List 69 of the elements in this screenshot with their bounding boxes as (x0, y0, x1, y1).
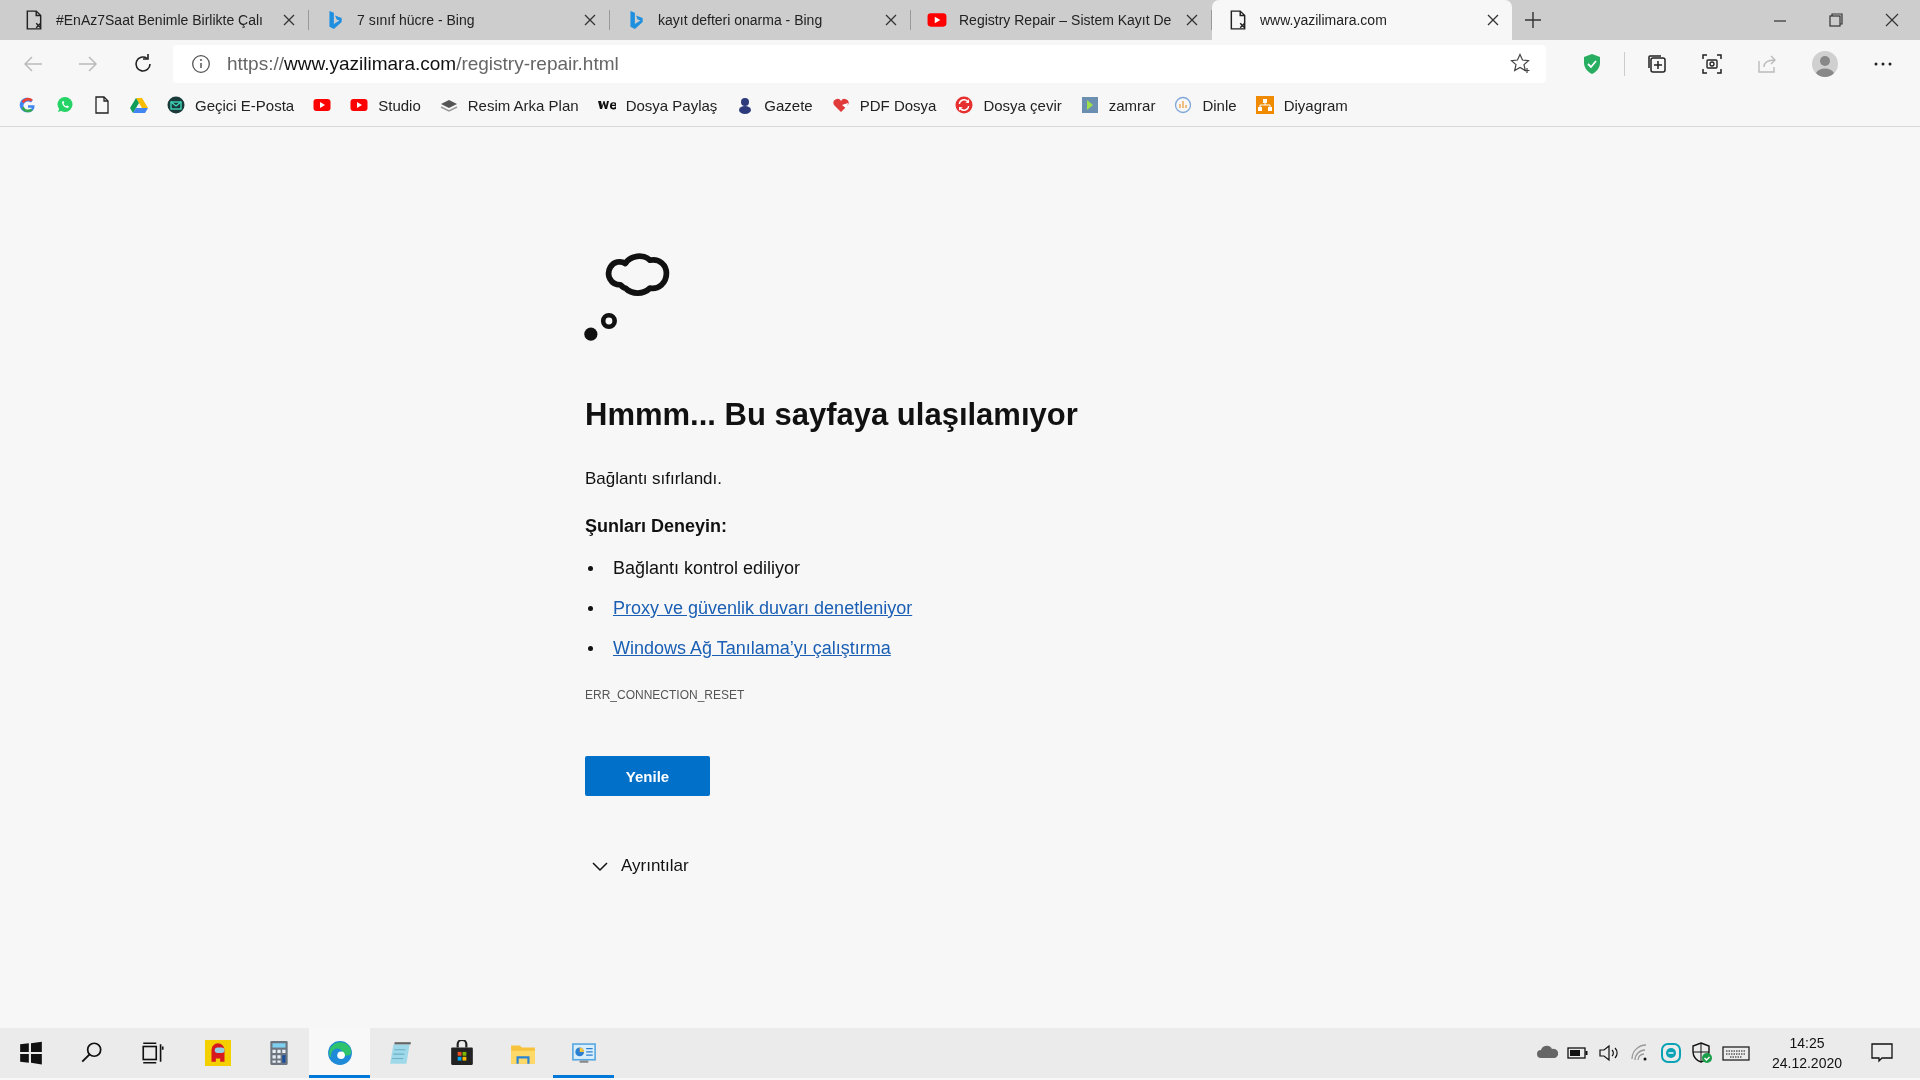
info-icon[interactable] (191, 54, 211, 74)
chevron-icon[interactable] (591, 859, 609, 873)
task-view-icon[interactable] (139, 1040, 166, 1066)
google-icon[interactable] (19, 96, 37, 114)
speaker-icon[interactable] (1597, 1042, 1620, 1064)
close-icon[interactable] (282, 13, 296, 27)
bookmark[interactable]: Studio (350, 96, 421, 114)
suggestion-link[interactable]: Proxy ve güvenlik duvarı denetleniyor (613, 597, 913, 620)
page-error-icon (24, 10, 44, 30)
collections-icon[interactable] (1646, 53, 1668, 75)
url-text: https://www.yazilimara.com/registry-repair.html (227, 53, 619, 75)
new-tab-icon[interactable] (1524, 11, 1542, 29)
clock-time[interactable]: 14:25 (1789, 1033, 1825, 1053)
envelope-icon (167, 96, 185, 114)
bookmark[interactable]: Resim Arka Plan (439, 96, 579, 114)
bookmark[interactable]: PDF Dosya (831, 96, 937, 114)
favorite-star-icon[interactable] (1510, 53, 1532, 75)
triangle-drive-icon[interactable] (130, 96, 148, 114)
close-icon[interactable] (1185, 13, 1199, 27)
windows-logo-icon[interactable] (17, 1040, 44, 1066)
heart-icon (831, 96, 850, 114)
browser-swirl-icon[interactable] (326, 1040, 353, 1066)
audio-bars-icon (1174, 96, 1193, 114)
youtube-icon[interactable] (313, 96, 332, 114)
browser-tab[interactable]: kayıt defteri onarma - Bing (610, 2, 910, 38)
bookmark[interactable]: Geçici E-Posta (167, 96, 295, 114)
bookmark[interactable]: Gazete (736, 96, 813, 114)
document-icon[interactable] (93, 96, 111, 114)
game-character-icon[interactable] (204, 1040, 231, 1066)
refresh-icon[interactable] (132, 53, 154, 75)
browser-tab[interactable]: www.yazilimara.com (1212, 0, 1512, 40)
bullet (588, 646, 593, 651)
notifications-icon[interactable] (1870, 1041, 1894, 1065)
suggestion-link[interactable]: Windows Ağ Tanılama’yı çalıştırma (613, 637, 891, 660)
page-error-icon (1228, 10, 1248, 30)
notepad-icon[interactable] (387, 1040, 414, 1066)
error-heading: Hmmm... Bu sayfaya ulaşılamıyor (585, 397, 1078, 433)
close-icon[interactable] (1486, 13, 1500, 27)
close-icon[interactable] (583, 13, 597, 27)
bookmark[interactable]: zamrar (1080, 96, 1156, 114)
diagram-icon (1255, 96, 1274, 114)
bookmark[interactable]: Dinle (1174, 96, 1237, 114)
browser-tab[interactable]: Registry Repair – Sistem Kayıt De (911, 2, 1211, 38)
reload-button[interactable]: Yenile (585, 756, 710, 796)
error-message: Bağlantı sıfırlandı. (585, 469, 723, 489)
error-code: ERR_CONNECTION_RESET (585, 688, 745, 702)
browser-tab[interactable]: #EnAz7Saat Benimle Birlikte Çalı (8, 2, 308, 38)
suggestions-heading: Şunları Deneyin: (585, 516, 728, 537)
bookmark[interactable]: Diyagram (1255, 96, 1348, 114)
youtube-icon (927, 10, 947, 30)
address-bar[interactable]: https://www.yazilimara.com/registry-repair.html (173, 45, 1546, 83)
bullet (588, 566, 593, 571)
details-toggle[interactable]: Ayrıntılar (621, 856, 689, 876)
clock-date[interactable]: 24.12.2020 (1771, 1053, 1842, 1073)
youtube-icon (350, 96, 369, 114)
browser-tab[interactable]: 7 sınıf hücre - Bing (309, 2, 609, 38)
shield-check-icon[interactable] (1690, 1042, 1713, 1064)
bullet (588, 606, 593, 611)
shield-icon[interactable] (1581, 53, 1603, 75)
suggestion-text: Bağlantı kontrol ediliyor (613, 557, 801, 580)
profile-avatar-icon[interactable] (1811, 50, 1839, 78)
control-panel-icon[interactable] (570, 1040, 597, 1066)
shopping-bag-icon[interactable] (448, 1040, 475, 1066)
bookmark[interactable]: Dosya Paylaş (597, 96, 718, 114)
circular-arrows-icon (955, 96, 974, 114)
bookmark[interactable]: Dosya çevir (955, 96, 1062, 114)
screenshot-icon[interactable] (1701, 53, 1723, 75)
close-icon[interactable] (884, 13, 898, 27)
play-square-icon (1080, 96, 1099, 114)
